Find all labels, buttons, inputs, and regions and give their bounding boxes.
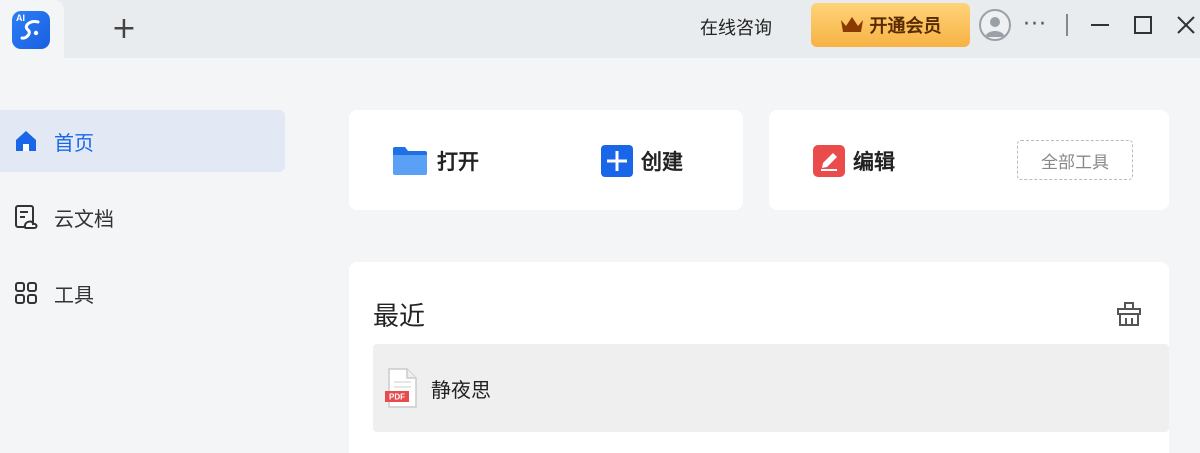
swirl-icon	[20, 20, 40, 40]
vip-button-label: 开通会员	[869, 16, 942, 37]
edit-tools-card: 编辑 全部工具	[769, 110, 1169, 210]
sidebar-item-home[interactable]: 首页	[0, 110, 285, 172]
maximize-icon[interactable]	[1130, 12, 1156, 38]
create-label: 创建	[641, 150, 683, 174]
more-menu-button[interactable]: ···	[1023, 12, 1047, 37]
recent-files-card: 最近 PDF 静夜思	[349, 262, 1169, 453]
list-item[interactable]: PDF 静夜思	[373, 344, 1169, 432]
online-consult-link[interactable]: 在线咨询	[700, 14, 772, 40]
minimize-icon[interactable]	[1087, 12, 1113, 38]
sidebar: 首页 云文档 工具	[0, 58, 298, 453]
app-logo: AI	[12, 11, 50, 49]
pencil-icon	[813, 145, 845, 177]
pdf-file-icon: PDF	[385, 368, 419, 408]
main-content: 打开 创建 编辑 全部工具 最近 PDF 静夜思	[298, 58, 1200, 453]
apps-grid-icon	[12, 279, 40, 307]
open-label: 打开	[437, 150, 479, 174]
titlebar-divider	[1066, 14, 1068, 36]
edit-label: 编辑	[853, 150, 895, 174]
user-avatar[interactable]	[979, 9, 1011, 41]
plus-square-icon	[601, 145, 633, 177]
sidebar-item-cloud-docs[interactable]: 云文档	[0, 186, 285, 248]
recent-title: 最近	[373, 302, 426, 332]
pdf-badge: PDF	[389, 393, 405, 402]
app-tab[interactable]: AI	[0, 0, 64, 58]
crown-icon	[840, 17, 863, 32]
cloud-doc-icon	[12, 203, 40, 231]
open-button[interactable]: 打开	[391, 144, 479, 178]
all-tools-button[interactable]: 全部工具	[1017, 140, 1133, 180]
title-bar: AI + 在线咨询 开通会员 ···	[0, 0, 1200, 58]
sidebar-item-tools[interactable]: 工具	[0, 262, 285, 324]
file-name: 静夜思	[431, 377, 491, 402]
close-icon[interactable]	[1173, 12, 1199, 38]
clear-history-icon[interactable]	[1115, 300, 1143, 328]
edit-button[interactable]: 编辑	[813, 144, 895, 178]
user-icon	[985, 17, 1005, 37]
sidebar-item-label: 工具	[54, 282, 94, 307]
quick-actions-card: 打开 创建	[349, 110, 743, 210]
folder-icon	[393, 147, 427, 175]
sidebar-item-label: 云文档	[54, 206, 114, 231]
home-icon	[12, 127, 40, 155]
vip-button[interactable]: 开通会员	[811, 3, 970, 47]
new-tab-button[interactable]: +	[108, 14, 140, 46]
sidebar-item-label: 首页	[54, 130, 94, 155]
create-button[interactable]: 创建	[601, 144, 683, 178]
